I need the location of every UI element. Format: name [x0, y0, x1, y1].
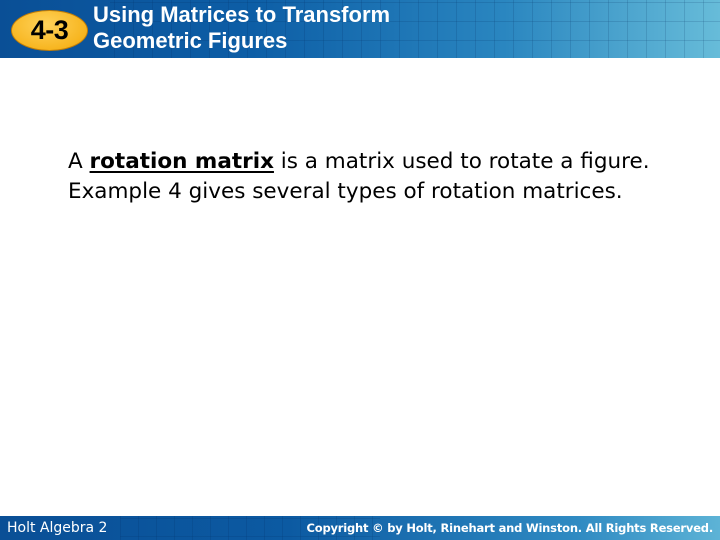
copyright-notice: Copyright © by Holt, Rinehart and Winsto… — [306, 521, 714, 535]
body-paragraph: A rotation matrix is a matrix used to ro… — [68, 147, 668, 207]
lesson-number: 4-3 — [30, 15, 69, 45]
slide-title: Using Matrices to Transform Geometric Fi… — [93, 2, 390, 54]
intro-text: A — [68, 149, 90, 174]
book-title: Holt Algebra 2 — [7, 520, 108, 536]
footer-bar: Holt Algebra 2 Copyright © by Holt, Rine… — [0, 516, 720, 540]
title-line-1: Using Matrices to Transform — [93, 2, 391, 27]
vocabulary-term: rotation matrix — [89, 149, 274, 174]
lesson-badge: 4-3 — [11, 10, 88, 51]
header-banner: 4-3 Using Matrices to Transform Geometri… — [0, 0, 720, 58]
slide: 4-3 Using Matrices to Transform Geometri… — [0, 0, 720, 540]
title-line-2: Geometric Figures — [93, 28, 288, 53]
